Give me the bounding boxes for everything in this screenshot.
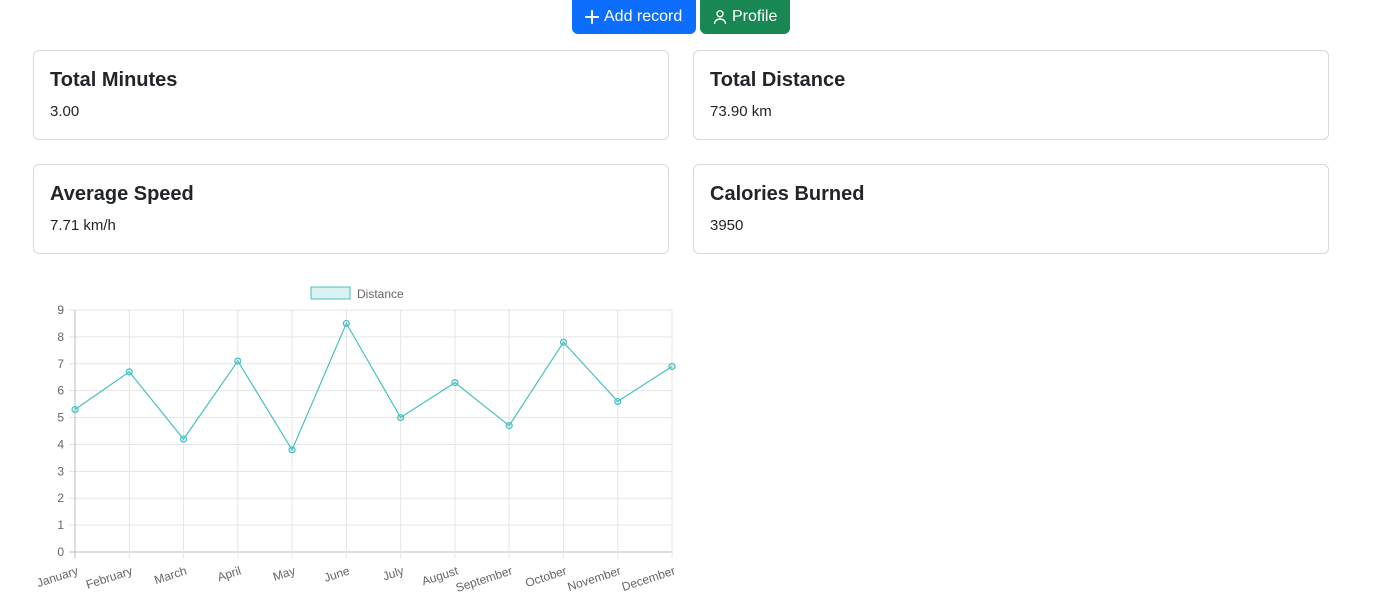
data-point [342, 319, 350, 328]
calories-burned-card: Calories Burned 3950 [693, 164, 1329, 254]
x-tick-label: October [523, 564, 568, 591]
y-tick-label: 6 [57, 384, 64, 398]
x-tick-label: November [566, 564, 623, 594]
card-title: Total Minutes [50, 69, 178, 91]
person-icon [712, 9, 728, 25]
x-tick-label: April [216, 564, 243, 585]
y-tick-label: 8 [57, 330, 64, 344]
total-minutes-card: Total Minutes 3.00 [33, 50, 669, 140]
data-point [559, 338, 568, 346]
data-point [505, 422, 513, 430]
x-tick-label: June [322, 563, 351, 584]
data-point [71, 405, 79, 414]
legend-label: Distance [357, 287, 404, 301]
data-point [668, 362, 676, 371]
add-record-label: Add record [604, 8, 683, 25]
data-point [179, 435, 188, 443]
plus-icon [584, 9, 600, 25]
x-tick-label: March [152, 564, 188, 588]
data-point [288, 446, 296, 454]
card-value: 7.71 km/h [50, 217, 116, 234]
card-value: 3950 [710, 217, 744, 234]
y-tick-label: 3 [57, 464, 64, 478]
x-tick-label: December [620, 564, 677, 594]
legend-swatch [310, 286, 351, 300]
card-title: Average Speed [50, 183, 194, 205]
distance-line-chart: 0 1 2 3 4 5 6 7 8 9 January February March April May Ju… [35, 286, 677, 595]
y-tick-label: 7 [57, 357, 64, 371]
y-tick-label: 1 [57, 518, 64, 532]
data-point [614, 397, 622, 406]
total-distance-card: Total Distance 73.90 km [693, 50, 1329, 140]
data-point [451, 378, 459, 387]
x-tick-label: July [381, 564, 406, 584]
x-tick-label: February [84, 564, 134, 592]
y-tick-label: 4 [57, 437, 64, 451]
y-tick-label: 5 [57, 411, 64, 425]
data-point [125, 368, 133, 376]
y-tick-label: 9 [57, 303, 64, 317]
x-tick-label: September [454, 564, 514, 595]
y-tick-label: 2 [57, 491, 64, 505]
series-line-distance [74, 322, 673, 452]
data-point [397, 413, 405, 422]
x-tick-label: January [35, 564, 80, 591]
card-title: Calories Burned [710, 183, 865, 205]
data-point [234, 357, 242, 365]
average-speed-card: Average Speed 7.71 km/h [33, 164, 669, 254]
profile-button[interactable]: Profile [700, 0, 790, 34]
profile-label: Profile [732, 8, 778, 25]
x-tick-label: May [271, 564, 297, 584]
add-record-button[interactable]: Add record [572, 0, 696, 34]
card-value: 73.90 km [710, 103, 772, 120]
card-value: 3.00 [50, 103, 80, 120]
card-title: Total Distance [710, 69, 846, 91]
y-tick-label: 0 [57, 545, 64, 559]
